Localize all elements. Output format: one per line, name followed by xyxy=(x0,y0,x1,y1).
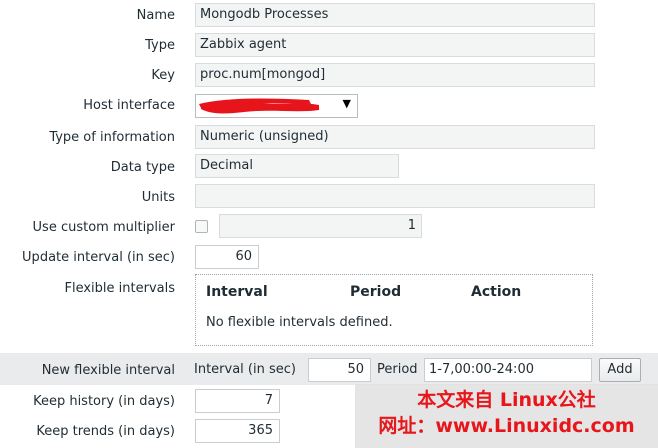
redaction-scribble xyxy=(199,98,319,114)
key-label: Key xyxy=(151,68,175,83)
update-interval-label: Update interval (in sec) xyxy=(22,250,175,265)
units-label: Units xyxy=(141,190,175,205)
type-of-information-label: Type of information xyxy=(49,130,175,145)
data-type-label: Data type xyxy=(110,160,175,175)
new-flexible-interval-label: New flexible interval xyxy=(41,363,175,378)
caret-down-icon: ▼ xyxy=(342,97,351,110)
interval-in-sec-label: Interval (in sec) xyxy=(194,362,296,377)
keep-history-input[interactable]: 7 xyxy=(195,389,280,413)
flexible-intervals-label: Flexible intervals xyxy=(64,281,176,296)
name-field[interactable]: Mongodb Processes xyxy=(195,3,595,27)
keep-trends-input[interactable]: 365 xyxy=(195,419,280,443)
column-header-action: Action xyxy=(471,284,522,300)
host-interface-select[interactable]: ▼ xyxy=(195,94,358,118)
type-of-information-field[interactable]: Numeric (unsigned) xyxy=(195,125,595,149)
custom-multiplier-field: 1 xyxy=(219,214,422,238)
watermark-line-2: 网址：www.Linuxidc.com xyxy=(378,415,635,437)
type-label: Type xyxy=(145,38,175,53)
update-interval-input[interactable]: 60 xyxy=(195,245,259,269)
name-label: Name xyxy=(136,8,175,23)
custom-multiplier-checkbox[interactable] xyxy=(195,220,208,233)
keep-history-label: Keep history (in days) xyxy=(33,394,175,409)
key-field[interactable]: proc.num[mongod] xyxy=(195,63,595,87)
flexible-intervals-table: Interval Period Action No flexible inter… xyxy=(195,274,593,346)
no-intervals-message: No flexible intervals defined. xyxy=(206,315,393,330)
watermark: 本文来自 Linux公社 网址：www.Linuxidc.com xyxy=(355,384,658,448)
watermark-line-1: 本文来自 Linux公社 xyxy=(417,389,596,411)
new-interval-input[interactable]: 50 xyxy=(308,358,371,382)
column-header-period: Period xyxy=(350,284,402,300)
host-interface-label: Host interface xyxy=(83,98,175,113)
period-input[interactable]: 1-7,00:00-24:00 xyxy=(424,358,592,382)
data-type-field[interactable]: Decimal xyxy=(195,154,399,178)
add-button[interactable]: Add xyxy=(599,358,641,382)
units-field[interactable] xyxy=(195,184,595,208)
keep-trends-label: Keep trends (in days) xyxy=(36,424,175,439)
type-field[interactable]: Zabbix agent xyxy=(195,33,595,57)
custom-multiplier-label: Use custom multiplier xyxy=(32,220,175,235)
period-label: Period xyxy=(377,362,418,377)
column-header-interval: Interval xyxy=(206,284,268,300)
